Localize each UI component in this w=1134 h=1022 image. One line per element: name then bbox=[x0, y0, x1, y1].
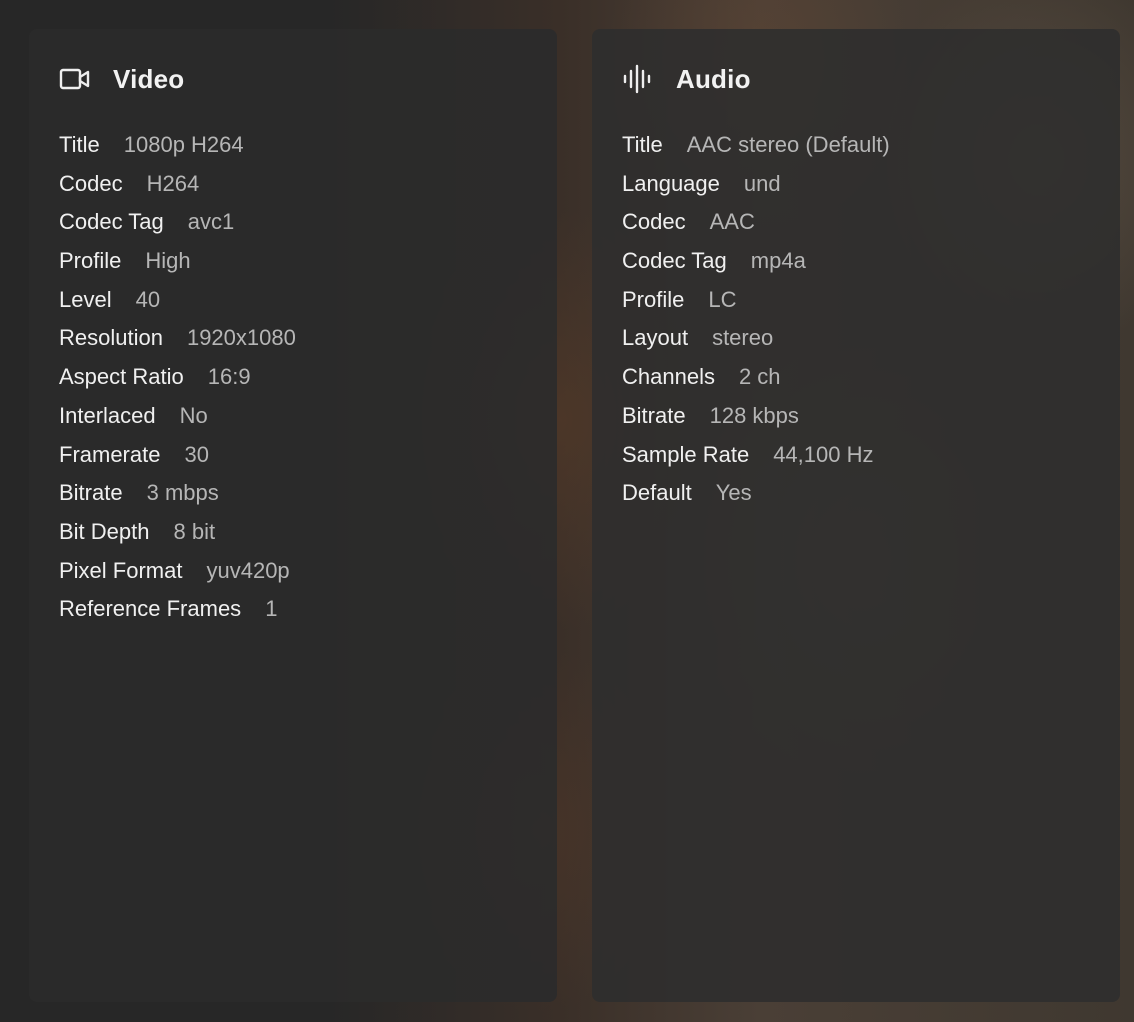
audio-property-row: Layout stereo bbox=[622, 319, 1090, 358]
audio-properties-list: Title AAC stereo (Default) Language und Co… bbox=[622, 126, 1090, 513]
property-label: Channels bbox=[622, 364, 715, 390]
property-value: No bbox=[179, 402, 208, 428]
audio-property-row: Title AAC stereo (Default) bbox=[622, 126, 1090, 165]
video-property-row: Interlaced No bbox=[59, 397, 527, 436]
property-label: Resolution bbox=[59, 325, 163, 351]
property-label: Codec Tag bbox=[59, 209, 164, 235]
property-value: 44,100 Hz bbox=[773, 441, 874, 467]
property-value: 16:9 bbox=[207, 364, 251, 390]
video-property-row: Pixel Format yuv420p bbox=[59, 552, 527, 591]
property-label: Title bbox=[59, 132, 100, 157]
audio-property-row: Codec AAC bbox=[622, 203, 1090, 242]
property-label: Interlaced bbox=[59, 402, 156, 428]
property-label: Language bbox=[622, 170, 720, 196]
property-label: Codec Tag bbox=[622, 248, 727, 274]
audio-property-row: Codec Tag mp4a bbox=[622, 242, 1090, 281]
audio-info-panel: Audio Title AAC stereo (Default) Language… bbox=[592, 29, 1120, 1002]
video-property-row: Reference Frames 1 bbox=[59, 590, 527, 629]
property-label: Bitrate bbox=[622, 402, 686, 428]
property-label: Bit Depth bbox=[59, 518, 150, 544]
property-value: 1920x1080 bbox=[186, 325, 296, 351]
property-value: 2 ch bbox=[738, 364, 781, 390]
property-value: AAC bbox=[709, 209, 755, 235]
property-label: Aspect Ratio bbox=[59, 364, 184, 390]
property-value: yuv420p bbox=[206, 557, 290, 583]
video-info-panel: Video Title 1080p H264 Codec H264 Codec Ta… bbox=[29, 29, 557, 1002]
property-value: H264 bbox=[146, 170, 200, 196]
property-label: Framerate bbox=[59, 441, 161, 467]
video-property-row: Aspect Ratio 16:9 bbox=[59, 358, 527, 397]
property-label: Pixel Format bbox=[59, 557, 183, 583]
property-value: 40 bbox=[135, 286, 161, 312]
video-panel-title: Video bbox=[113, 63, 185, 94]
video-camera-icon bbox=[59, 64, 92, 94]
property-label: Bitrate bbox=[59, 480, 123, 506]
property-value: 30 bbox=[184, 441, 209, 467]
property-value: avc1 bbox=[187, 209, 235, 235]
property-value: stereo bbox=[712, 325, 774, 351]
audio-panel-header: Audio bbox=[622, 62, 1090, 96]
property-value: AAC stereo (Default) bbox=[686, 132, 890, 157]
property-label: Profile bbox=[622, 286, 685, 312]
property-label: Codec bbox=[59, 170, 123, 196]
audio-property-row: Channels 2 ch bbox=[622, 358, 1090, 397]
property-value: High bbox=[145, 248, 191, 274]
property-value: 3 mbps bbox=[146, 480, 219, 506]
video-property-row: Framerate 30 bbox=[59, 436, 527, 475]
property-label: Profile bbox=[59, 248, 122, 274]
video-property-row: Level 40 bbox=[59, 281, 527, 320]
property-label: Codec bbox=[622, 209, 686, 235]
video-panel-header: Video bbox=[59, 62, 527, 96]
video-property-row: Bitrate 3 mbps bbox=[59, 474, 527, 513]
video-property-row: Title 1080p H264 bbox=[59, 126, 527, 165]
property-label: Sample Rate bbox=[622, 441, 750, 467]
audio-property-row: Default Yes bbox=[622, 474, 1090, 513]
audio-waveform-icon bbox=[622, 64, 655, 94]
audio-property-row: Bitrate 128 kbps bbox=[622, 397, 1090, 436]
audio-panel-title: Audio bbox=[676, 63, 751, 94]
audio-property-row: Profile LC bbox=[622, 281, 1090, 320]
property-value: 1 bbox=[265, 596, 278, 622]
property-label: Layout bbox=[622, 325, 689, 351]
video-property-row: Profile High bbox=[59, 242, 527, 281]
video-properties-list: Title 1080p H264 Codec H264 Codec Tag avc1 … bbox=[59, 126, 527, 629]
property-label: Level bbox=[59, 286, 112, 312]
audio-property-row: Sample Rate 44,100 Hz bbox=[622, 436, 1090, 475]
audio-property-row: Language und bbox=[622, 165, 1090, 204]
property-value: LC bbox=[708, 286, 737, 312]
property-value: 8 bit bbox=[173, 518, 216, 544]
property-value: Yes bbox=[715, 480, 752, 506]
property-value: und bbox=[743, 170, 781, 196]
video-property-row: Codec H264 bbox=[59, 165, 527, 204]
property-label: Title bbox=[622, 132, 663, 157]
video-property-row: Bit Depth 8 bit bbox=[59, 513, 527, 552]
property-label: Default bbox=[622, 480, 692, 506]
property-value: 128 kbps bbox=[709, 402, 799, 428]
property-value: 1080p H264 bbox=[123, 132, 244, 157]
video-property-row: Resolution 1920x1080 bbox=[59, 319, 527, 358]
video-property-row: Codec Tag avc1 bbox=[59, 203, 527, 242]
property-value: mp4a bbox=[750, 248, 806, 274]
property-label: Reference Frames bbox=[59, 596, 242, 622]
